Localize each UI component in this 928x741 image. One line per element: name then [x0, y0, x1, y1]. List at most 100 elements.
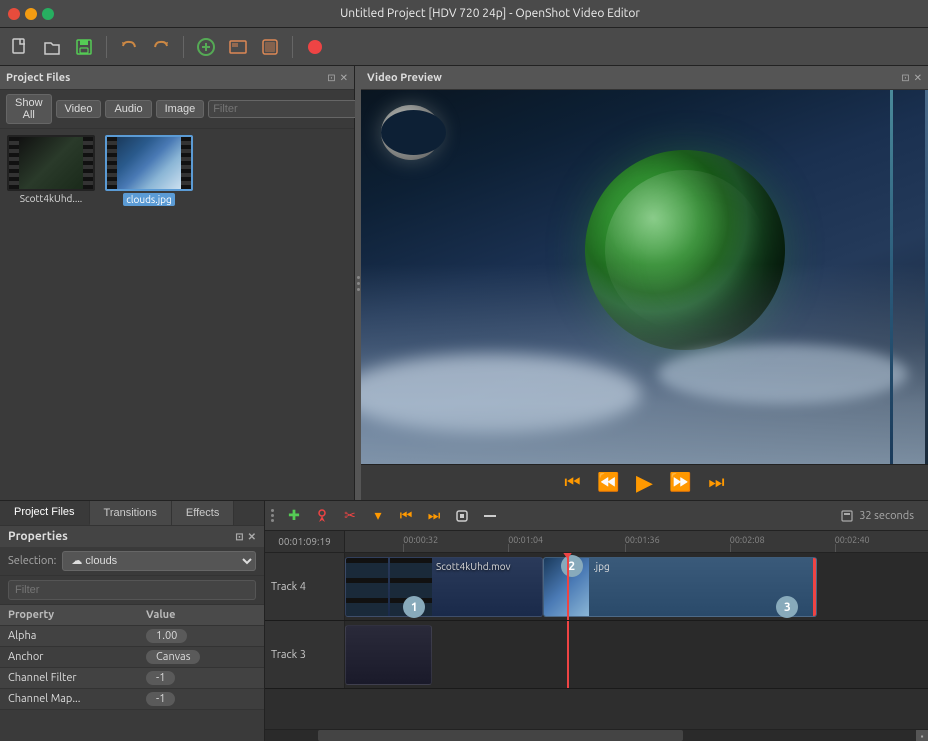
film-strip-left [9, 137, 19, 189]
fast-forward-button[interactable]: ⏩ [667, 469, 695, 497]
maximize-button[interactable] [42, 8, 54, 20]
property-value[interactable]: 1.00 [138, 626, 248, 647]
video-panel-close-icon[interactable]: ✕ [914, 72, 922, 84]
filter-tool-button[interactable]: ▾ [366, 504, 390, 528]
video-filter-button[interactable]: Video [56, 100, 102, 118]
add-track-button[interactable]: ✚ [282, 504, 306, 528]
table-row: Track 3 [265, 621, 928, 689]
list-item[interactable]: Scott4kUhd.... [6, 135, 96, 206]
ruler-tick [508, 544, 509, 552]
clip-end-marker [813, 558, 816, 616]
import-button[interactable] [192, 33, 220, 61]
panel-close-icon[interactable]: ✕ [340, 72, 348, 84]
property-value[interactable]: Canvas [138, 647, 248, 668]
timeline-ruler-row: 00:01:09:19 00:00:32 00:01:04 00:01:36 0… [265, 531, 928, 553]
property-name: Channel Map... [0, 689, 138, 710]
minimize-button[interactable] [25, 8, 37, 20]
file-label-selected: clouds.jpg [123, 193, 175, 206]
titlebar: Untitled Project [HDV 720 24p] - OpenSho… [0, 0, 928, 28]
show-all-button[interactable]: Show All [6, 94, 52, 124]
play-button[interactable]: ▶ [631, 469, 659, 497]
rewind-button[interactable]: ⏪ [595, 469, 623, 497]
ruler-tick [730, 544, 731, 552]
properties-title: Properties [8, 530, 68, 543]
table-row: Channel Map... -1 [0, 689, 264, 710]
window-controls[interactable] [8, 8, 54, 20]
zoom-out-button[interactable] [478, 504, 502, 528]
redo-button[interactable] [147, 33, 175, 61]
table-row: Anchor Canvas [0, 647, 264, 668]
row-scrollbar [248, 689, 264, 710]
selection-dropdown[interactable]: ☁ clouds [62, 551, 256, 571]
project-files-header: Project Files ⊡ ✕ [0, 66, 354, 90]
ruler-time-label: 00:01:04 [508, 535, 543, 545]
project-files-title: Project Files [6, 72, 327, 84]
list-item[interactable]: clouds.jpg [104, 135, 194, 206]
film-strip-right [181, 137, 191, 189]
record-button[interactable] [301, 33, 329, 61]
property-value[interactable]: -1 [138, 689, 248, 710]
panel-header-icons: ⊡ ✕ [327, 72, 348, 84]
properties-tabs: Project Files Transitions Effects [0, 501, 264, 526]
tab-effects[interactable]: Effects [172, 501, 234, 525]
project-files-filter-input[interactable] [208, 100, 360, 118]
timeline-scrollbar-thumb[interactable] [318, 730, 683, 741]
image-filter-button[interactable]: Image [156, 100, 205, 118]
property-name: Channel Filter [0, 668, 138, 689]
timeline-jump-start[interactable]: ⏮ [394, 504, 418, 528]
transcode-button[interactable] [256, 33, 284, 61]
ruler-content[interactable]: 00:00:32 00:01:04 00:01:36 00:02:08 00:0… [345, 531, 928, 552]
open-button[interactable] [38, 33, 66, 61]
top-section: Project Files ⊡ ✕ Show All Video Audio I… [0, 66, 928, 501]
properties-filter-input[interactable] [8, 580, 256, 600]
tab-transitions[interactable]: Transitions [90, 501, 172, 525]
cloud-image-preview [117, 137, 181, 189]
cut-tool-button[interactable]: ✂ [338, 504, 362, 528]
snapping-button[interactable] [450, 504, 474, 528]
timeline-tracks: Track 4 [265, 553, 928, 729]
close-button[interactable] [8, 8, 20, 20]
jump-to-start-button[interactable]: ⏮ [559, 469, 587, 497]
timeline-panel: ✚ ✂ ▾ ⏮ ⏭ 32 seconds [265, 501, 928, 741]
track-content[interactable]: Scott4kUhd.mov .jpg [345, 553, 928, 620]
export-button[interactable] [224, 33, 252, 61]
panel-resize-icon[interactable]: ⊡ [327, 72, 335, 84]
new-button[interactable] [6, 33, 34, 61]
main-toolbar [0, 28, 928, 66]
window-title: Untitled Project [HDV 720 24p] - OpenSho… [60, 7, 920, 20]
file-thumbnail-selected [105, 135, 193, 191]
timeline-jump-end[interactable]: ⏭ [422, 504, 446, 528]
file-thumb-image [19, 137, 83, 189]
file-label: Scott4kUhd.... [20, 193, 83, 204]
ruler-time-label: 00:02:40 [835, 535, 870, 545]
row-scrollbar [248, 668, 264, 689]
track-3-content[interactable] [345, 621, 928, 688]
undo-button[interactable] [115, 33, 143, 61]
film-strip-right [83, 137, 93, 189]
props-resize-icon[interactable]: ⊡ [235, 531, 243, 543]
empty-clip[interactable] [345, 625, 432, 685]
audio-filter-button[interactable]: Audio [105, 100, 151, 118]
video-panel-resize-icon[interactable]: ⊡ [901, 72, 909, 84]
property-column-header: Property [0, 605, 138, 626]
jump-to-end-button[interactable]: ⏭ [703, 469, 731, 497]
save-button[interactable] [70, 33, 98, 61]
enable-razor-button[interactable] [310, 504, 334, 528]
props-close-icon[interactable]: ✕ [248, 531, 256, 543]
tab-project-files[interactable]: Project Files [0, 501, 90, 525]
table-row: Channel Filter -1 [0, 668, 264, 689]
properties-panel: Project Files Transitions Effects Proper… [0, 501, 265, 741]
video-preview-panel: Video Preview ⊡ ✕ ⏮ [361, 66, 928, 500]
timeline-toolbar: ✚ ✂ ▾ ⏮ ⏭ 32 seconds [265, 501, 928, 531]
table-row: Alpha 1.00 [0, 626, 264, 647]
property-value[interactable]: -1 [138, 668, 248, 689]
timeline-scrollbar[interactable]: ▪ [265, 729, 928, 741]
properties-header: Properties ⊡ ✕ [0, 526, 264, 547]
ruler-tick [403, 544, 404, 552]
ruler-tick [625, 544, 626, 552]
video-scene [361, 90, 928, 464]
video-clip[interactable]: Scott4kUhd.mov [345, 557, 543, 617]
track-label: Track 4 [265, 553, 345, 620]
property-name: Alpha [0, 626, 138, 647]
timeline-scrollbar-end[interactable]: ▪ [916, 730, 928, 741]
